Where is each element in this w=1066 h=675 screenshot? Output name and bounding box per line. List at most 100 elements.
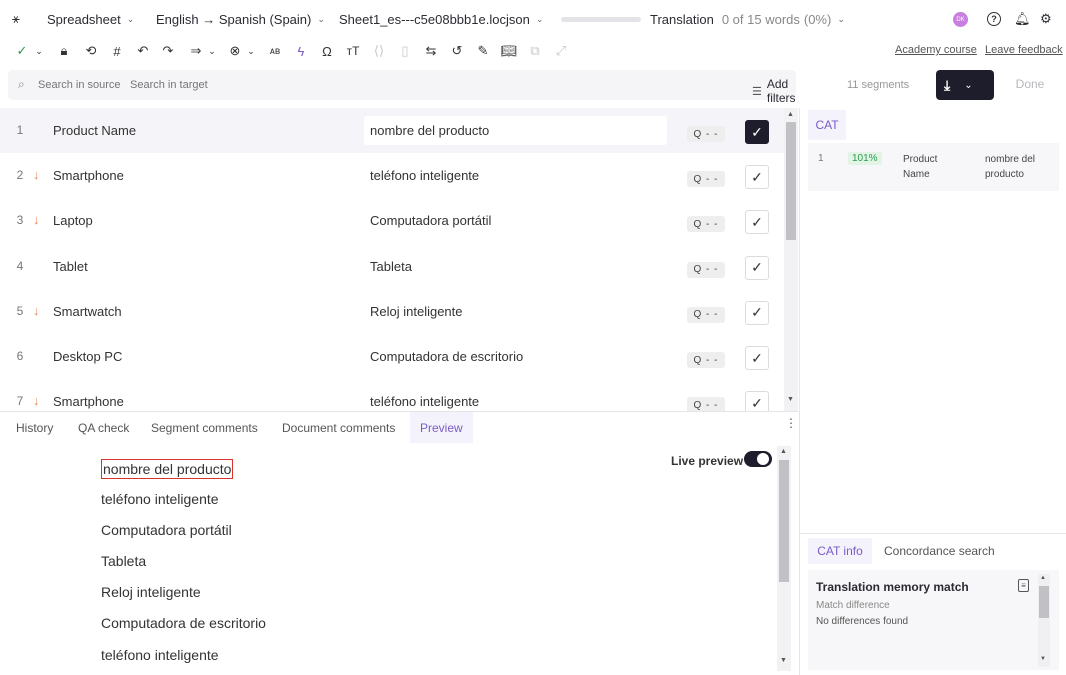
scroll-up-icon[interactable]: ▲ [780,448,787,455]
tab-concordance-search[interactable]: Concordance search [884,544,995,558]
tab-cat-info[interactable]: CAT info [808,538,872,564]
confirm-checkbox[interactable]: ✓ [745,391,769,411]
scrollbar-thumb[interactable] [1039,586,1049,618]
done-button[interactable]: Done [1004,70,1056,98]
qa-badge[interactable]: Q - - [687,126,725,142]
target-text[interactable]: Tableta [370,259,412,274]
scroll-down-icon[interactable]: ▼ [780,657,787,664]
clear-format-icon[interactable]: ⟲ [82,42,100,60]
tab-segment-comments[interactable]: Segment comments [151,421,258,435]
copy-icon[interactable]: ⧉ [526,42,544,60]
academy-course-link[interactable]: Academy course [895,44,977,56]
segment-row[interactable]: 4 Tablet Tableta Q - - ✓ [0,244,784,289]
cat-match-row[interactable]: 1 101% Product Name nombre del producto [808,143,1059,191]
scroll-down-icon[interactable]: ▼ [787,396,794,403]
preview-line[interactable]: teléfono inteligente [101,647,219,663]
target-text[interactable]: Computadora portátil [370,213,491,228]
redo-icon[interactable]: ↷ [159,42,177,60]
code-tag-icon[interactable]: ⟨⟩ [370,42,388,60]
scrollbar-thumb[interactable] [786,122,796,240]
preview-line[interactable]: Computadora de escritorio [101,615,266,631]
scroll-down-icon[interactable]: ▼ [1040,656,1046,662]
scroll-up-icon[interactable]: ▲ [1040,575,1046,581]
file-selector[interactable]: Sheet1_es---c5e08bbb1e.locjson ⌄ [339,12,543,27]
preview-line[interactable]: nombre del producto [101,459,234,479]
download-button[interactable]: ⤓ ⌄ [936,70,994,100]
segment-row[interactable]: 3 ↓ Laptop Computadora portátil Q - - ✓ [0,198,784,243]
confirm-check-icon[interactable]: ✓ [13,42,31,60]
chevron-down-icon[interactable]: ⌄ [30,42,48,60]
tab-document-comments[interactable]: Document comments [282,421,395,435]
text-case-icon[interactable]: ᴛT [344,42,362,60]
lock-icon[interactable]: 🔒︎ [55,42,73,60]
check-icon: ✓ [751,259,763,276]
preview-line[interactable]: Computadora portátil [101,522,232,538]
preview-line[interactable]: teléfono inteligente [101,491,219,507]
merge-icon[interactable]: ⇆ [422,42,440,60]
qa-badge[interactable]: Q - - [687,352,725,368]
target-text[interactable]: Reloj inteligente [370,304,463,319]
bell-icon[interactable]: 🔔︎ [1014,11,1031,27]
confirm-checkbox[interactable]: ✓ [745,255,769,280]
translate-ab-icon[interactable]: ᴀʙ [266,42,284,60]
confirm-checkbox[interactable]: ✓ [745,165,769,190]
tab-history[interactable]: History [16,421,53,435]
split-icon[interactable]: ▯ [396,42,414,60]
tool-logo-icon[interactable]: ⚹ [12,11,28,27]
qa-badge[interactable]: Q - - [687,306,725,323]
target-editor[interactable]: nombre del producto [364,116,667,145]
confirm-checkbox[interactable]: ✓ [745,120,769,144]
segment-row[interactable]: 1 Product Name nombre del producto Q - - ✓ [0,108,784,153]
lightning-icon[interactable]: ϟ [292,42,310,60]
brush-icon[interactable]: ✎ [474,42,492,60]
confirm-checkbox[interactable]: ✓ [745,346,769,370]
tab-qa-check[interactable]: QA check [78,421,129,435]
book-icon[interactable]: 📖︎ [500,42,518,60]
preview-line[interactable]: Reloj inteligente [101,584,201,600]
target-text[interactable]: Computadora de escritorio [370,349,523,364]
qa-badge[interactable]: Q - - [687,397,725,411]
document-icon[interactable]: ≡ [1018,579,1029,592]
help-icon[interactable]: ? [987,12,1001,26]
top-bar: ⚹ Spreadsheet ⌄ English → Spanish (Spain)… [0,0,1066,38]
more-options-icon[interactable]: ⋮ [785,416,797,430]
target-text[interactable]: teléfono inteligente [370,394,479,409]
scroll-up-icon[interactable]: ▲ [787,111,794,118]
qa-badge[interactable]: Q - - [687,261,725,278]
chevron-down-icon[interactable]: ⌄ [203,42,221,60]
target-text[interactable]: teléfono inteligente [370,168,479,183]
language-pair-label: English → Spanish (Spain) [156,12,312,27]
view-selector[interactable]: Spreadsheet ⌄ [47,12,134,27]
scrollbar-thumb[interactable] [779,460,789,582]
live-preview-toggle[interactable] [744,451,772,467]
segment-row[interactable]: 7 ↓ Smartphone teléfono inteligente Q - - ✓ [0,379,784,411]
add-filters-button[interactable]: ☰ Add filters [752,77,796,105]
qa-badge[interactable]: Q - - [687,171,725,188]
confirm-checkbox[interactable]: ✓ [745,210,769,235]
undo-icon[interactable]: ↶ [134,42,152,60]
omega-icon[interactable]: Ω [318,42,336,60]
tab-preview[interactable]: Preview [410,412,473,443]
revert-icon[interactable]: ↺ [448,42,466,60]
qa-badge[interactable]: Q - - [687,216,725,233]
cat-header-tab[interactable]: CAT [808,110,846,140]
segment-row[interactable]: 6 Desktop PC Computadora de escritorio Q - … [0,334,784,379]
preview-scrollbar[interactable]: ▲ ▼ [777,446,791,671]
check-icon: ✓ [751,394,763,411]
chevron-down-icon[interactable]: ⌄ [242,42,260,60]
segment-scrollbar[interactable]: ▲ ▼ [784,108,798,411]
search-target-input[interactable] [130,75,230,95]
segment-row[interactable]: 5 ↓ Smartwatch Reloj inteligente Q - - ✓ [0,289,784,334]
hash-icon[interactable]: # [108,42,126,60]
language-pair-selector[interactable]: English → Spanish (Spain) ⌄ [156,12,325,27]
confirm-checkbox[interactable]: ✓ [745,300,769,325]
expand-icon[interactable]: ⤢ [552,42,570,60]
settings-sliders-icon[interactable]: ⚙ [1040,11,1052,27]
avatar[interactable]: DK [953,12,968,27]
search-source-input[interactable] [38,75,128,95]
leave-feedback-link[interactable]: Leave feedback [985,44,1063,56]
preview-line[interactable]: Tableta [101,553,146,569]
progress-selector[interactable]: Translation 0 of 15 words (0%) ⌄ [650,12,845,27]
tm-scrollbar[interactable]: ▲ ▼ [1038,574,1050,667]
segment-row[interactable]: 2 ↓ Smartphone teléfono inteligente Q - - ✓ [0,153,784,198]
